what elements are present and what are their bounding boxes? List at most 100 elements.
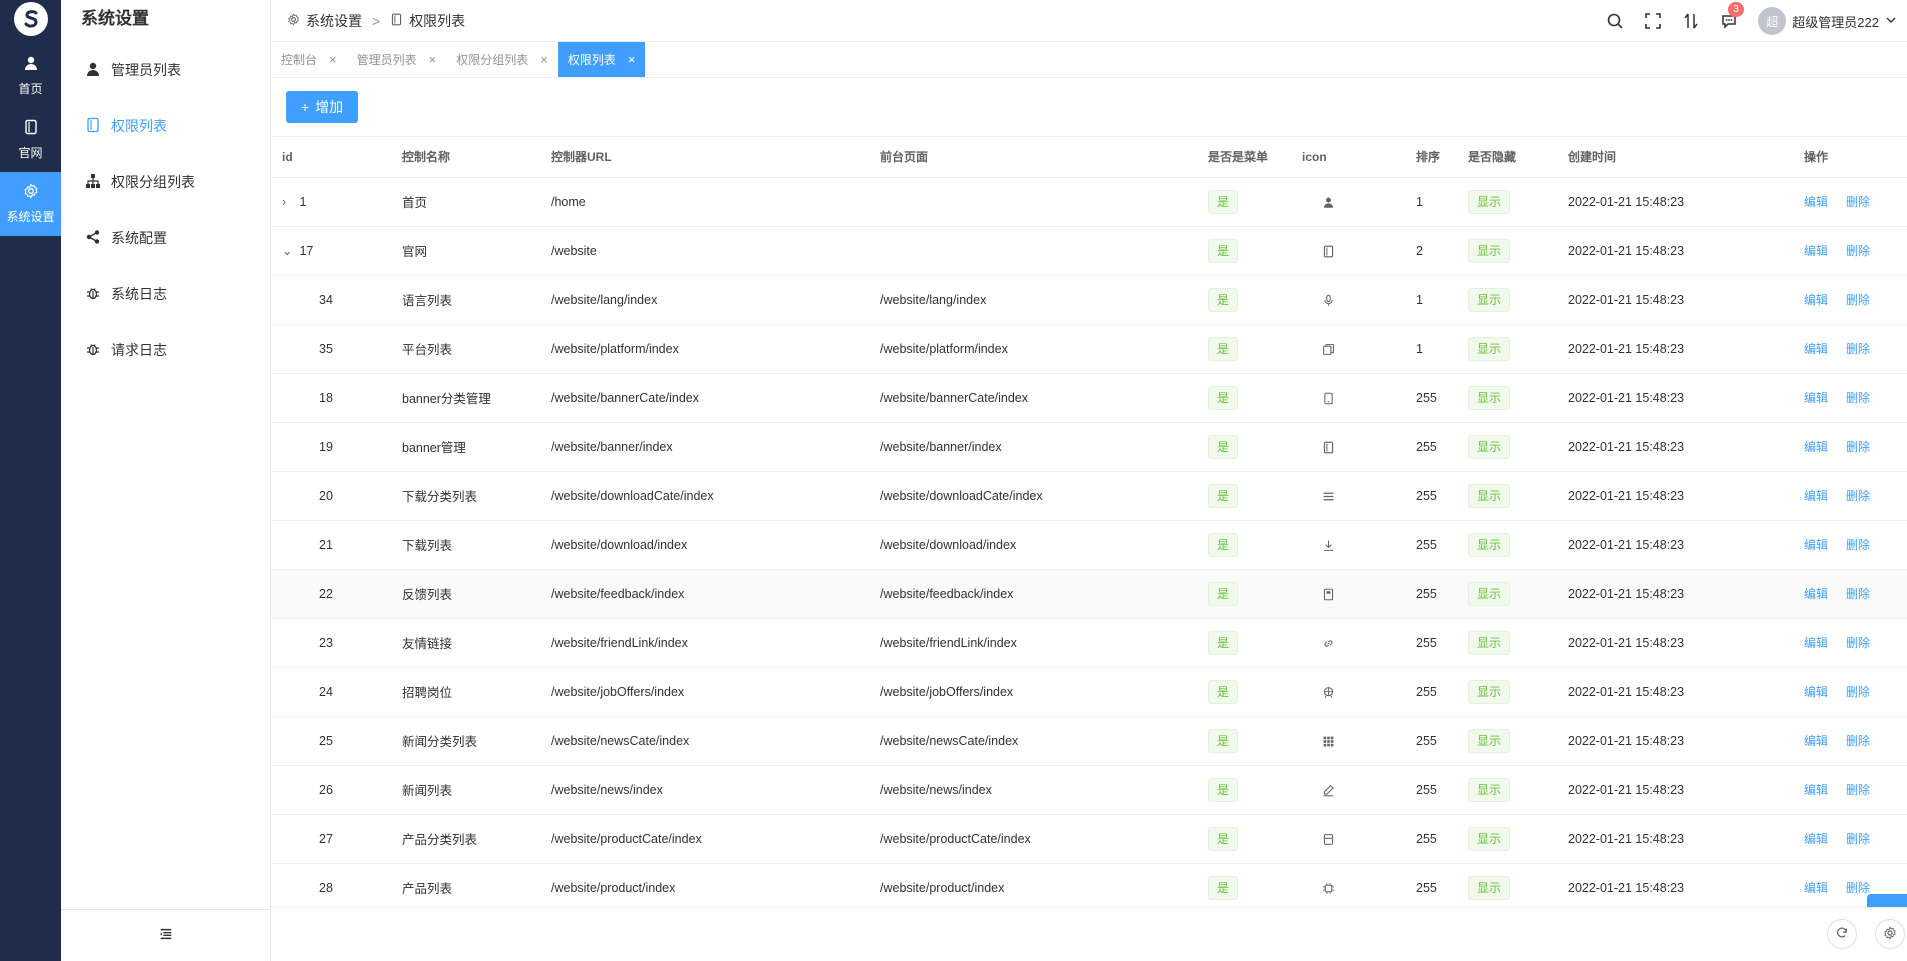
delete-button[interactable]: 删除 [1846,195,1870,209]
refresh-button[interactable] [1827,919,1857,949]
delete-button[interactable]: 删除 [1846,832,1870,846]
close-icon[interactable]: × [329,52,337,67]
edit-button[interactable]: 编辑 [1804,832,1828,846]
edit-button[interactable]: 编辑 [1804,636,1828,650]
edit-button[interactable]: 编辑 [1804,489,1828,503]
edit-button[interactable]: 编辑 [1804,881,1828,895]
user-menu[interactable]: 超 超级管理员222 [1758,7,1897,35]
delete-button[interactable]: 删除 [1846,881,1870,895]
rail-item-home[interactable]: 首页 [0,44,61,108]
visibility-tag: 显示 [1468,238,1511,263]
tab-permission-group-list[interactable]: 权限分组列表 × [446,42,558,77]
table-row[interactable]: 26 新闻列表/website/news/index/website/news/i… [271,765,1907,815]
sidebar-item-label: 权限列表 [111,118,167,134]
edit-button[interactable]: 编辑 [1804,685,1828,699]
cell-url: /website/feedback/index [540,569,869,619]
fullscreen-icon[interactable] [1644,12,1662,30]
tab-label: 权限分组列表 [456,53,529,67]
cell-menu: 是 [1197,765,1297,815]
breadcrumb-item[interactable]: 系统设置 [306,11,362,31]
edit-button[interactable]: 编辑 [1804,195,1828,209]
rail-item-website[interactable]: 官网 [0,108,61,172]
cell-page: /website/bannerCate/index [869,373,1197,423]
collapse-sidebar-button[interactable] [61,909,270,961]
sort-icon[interactable] [1682,12,1700,30]
table-row[interactable]: 19 banner管理/website/banner/index/website/… [271,422,1907,472]
sidebar-item-request-log[interactable]: 请求日志 [61,322,270,378]
table-row[interactable]: 21 下载列表/website/download/index/website/do… [271,520,1907,570]
settings-button[interactable] [1875,919,1905,949]
table-row[interactable]: 18 banner分类管理/website/bannerCate/index/we… [271,373,1907,423]
user-icon [23,55,39,74]
close-icon[interactable]: × [628,52,636,67]
delete-button[interactable]: 删除 [1846,244,1870,258]
expand-toggle-icon[interactable]: ⌄ [282,243,296,258]
delete-button[interactable]: 删除 [1846,440,1870,454]
box-icon [1322,831,1335,845]
edit-button[interactable]: 编辑 [1804,734,1828,748]
sidebar-item-system-config[interactable]: 系统配置 [61,210,270,266]
close-icon[interactable]: × [540,52,548,67]
table-row[interactable]: 23 友情链接/website/friendLink/index/website/… [271,618,1907,668]
edit-button[interactable]: 编辑 [1804,244,1828,258]
table-row[interactable]: › 1 首页/home 是 1 显示 2022-01-21 15:48:23 编辑 删除 [271,177,1907,227]
table-row[interactable]: 20 下载分类列表/website/downloadCate/index/webs… [271,471,1907,521]
chevron-down-icon [1885,14,1897,29]
delete-button[interactable]: 删除 [1846,538,1870,552]
cell-name: 产品分类列表 [391,814,540,864]
cell-page: /website/platform/index [869,324,1197,374]
table-row[interactable]: 35 平台列表/website/platform/index/website/pl… [271,324,1907,374]
visibility-tag: 显示 [1468,679,1511,704]
sidebar-item-admin-list[interactable]: 管理员列表 [61,42,270,98]
tab-admin-list[interactable]: 管理员列表 × [347,42,447,77]
delete-button[interactable]: 删除 [1846,783,1870,797]
delete-button[interactable]: 删除 [1846,734,1870,748]
table-row[interactable]: 25 新闻分类列表/website/newsCate/index/website/… [271,716,1907,766]
edit-button[interactable]: 编辑 [1804,783,1828,797]
table-row[interactable]: 34 语言列表/website/lang/index/website/lang/i… [271,275,1907,325]
sidebar-item-permission-group-list[interactable]: 权限分组列表 [61,154,270,210]
edit-button[interactable]: 编辑 [1804,440,1828,454]
tablet-icon [23,119,39,138]
close-icon[interactable]: × [429,52,437,67]
message-icon[interactable]: 3 [1720,2,1744,30]
tab-console[interactable]: 控制台 × [271,42,347,77]
add-button[interactable]: + 增加 [286,91,359,123]
rail-item-system-settings[interactable]: 系统设置 [0,172,61,236]
cell-id: 22 [271,569,391,619]
edit-button[interactable]: 编辑 [1804,342,1828,356]
delete-button[interactable]: 删除 [1846,391,1870,405]
cell-sort: 255 [1405,667,1457,717]
tab-permission-list[interactable]: 权限列表 × [557,42,646,77]
floating-action-button[interactable] [1867,894,1907,907]
edit-button[interactable]: 编辑 [1804,293,1828,307]
delete-button[interactable]: 删除 [1846,489,1870,503]
table-row[interactable]: 28 产品列表/website/product/index/website/pro… [271,863,1907,907]
cell-actions: 编辑 删除 [1773,422,1907,472]
delete-button[interactable]: 删除 [1846,587,1870,601]
delete-button[interactable]: 删除 [1846,636,1870,650]
cell-created-time: 2022-01-21 15:48:23 [1557,569,1773,619]
edit-button[interactable]: 编辑 [1804,587,1828,601]
expand-toggle-icon[interactable]: › [282,195,296,209]
table-row[interactable]: 22 反馈列表/website/feedback/index/website/fe… [271,569,1907,619]
app-logo[interactable] [13,2,48,36]
cell-actions: 编辑 删除 [1773,716,1907,766]
table-row[interactable]: 24 招聘岗位/website/jobOffers/index/website/j… [271,667,1907,717]
cell-created-time: 2022-01-21 15:48:23 [1557,471,1773,521]
delete-button[interactable]: 删除 [1846,685,1870,699]
tab-label: 权限列表 [567,53,616,67]
search-icon[interactable] [1606,12,1624,30]
sidebar-item-system-log[interactable]: 系统日志 [61,266,270,322]
cell-name: 下载分类列表 [391,471,540,521]
sidebar-item-permission-list[interactable]: 权限列表 [61,98,270,154]
edit-button[interactable]: 编辑 [1804,391,1828,405]
table-row[interactable]: 27 产品分类列表/website/productCate/index/websi… [271,814,1907,864]
delete-button[interactable]: 删除 [1846,342,1870,356]
cell-name: 反馈列表 [391,569,540,619]
cell-icon [1297,471,1405,521]
delete-button[interactable]: 删除 [1846,293,1870,307]
edit-button[interactable]: 编辑 [1804,538,1828,552]
notification-badge: 3 [1728,2,1744,17]
table-row[interactable]: ⌄ 17 官网/website 是 2 显示 2022-01-21 15:48:23 编辑删… [271,226,1907,276]
